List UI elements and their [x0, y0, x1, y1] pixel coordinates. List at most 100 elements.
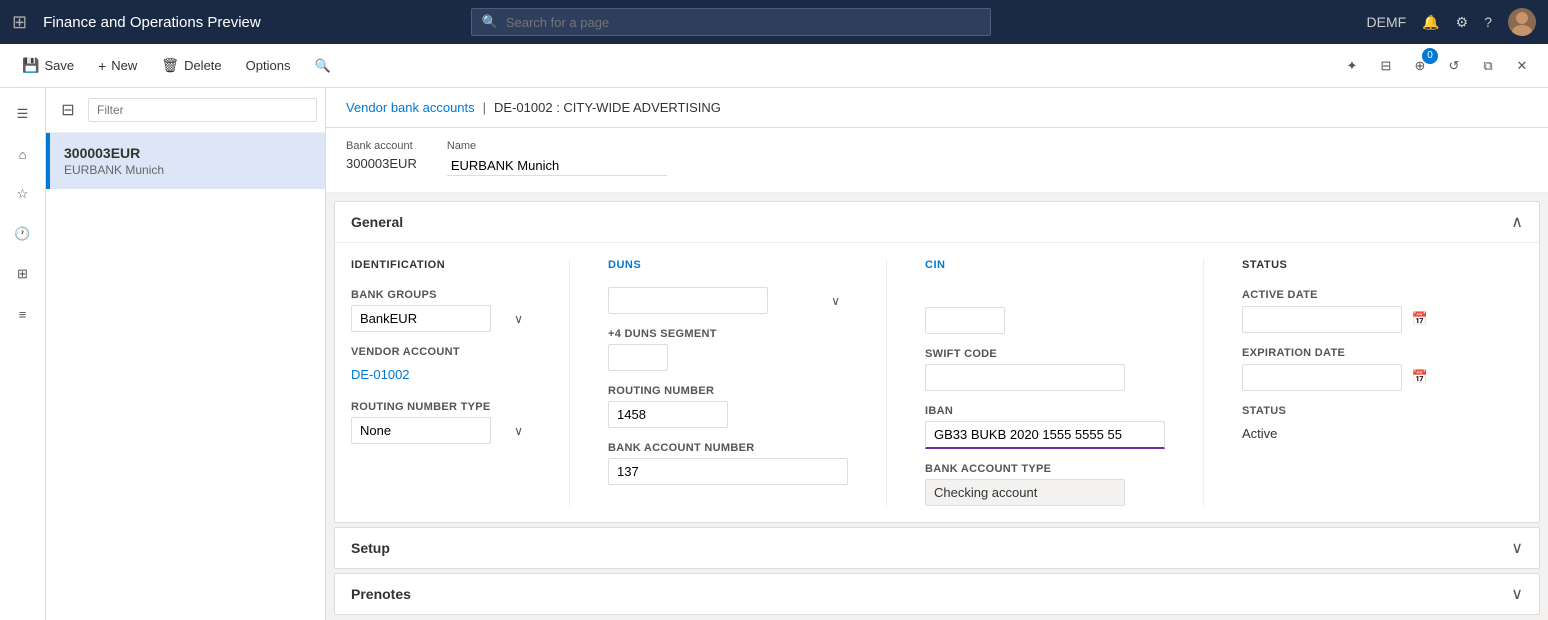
- help-icon[interactable]: ?: [1484, 14, 1492, 30]
- bank-account-number-field: Bank account number: [608, 442, 848, 485]
- settings-icon[interactable]: ⚙: [1456, 14, 1469, 31]
- filter-button[interactable]: ⊟: [54, 96, 82, 124]
- breadcrumb-separator: |: [483, 100, 486, 115]
- bank-groups-select[interactable]: BankEUR: [351, 305, 491, 332]
- notification-bell[interactable]: 🔔: [1422, 14, 1439, 31]
- general-form-columns: IDENTIFICATION Bank groups BankEUR ∨: [351, 259, 1523, 506]
- search-toolbar-button[interactable]: 🔍: [304, 54, 340, 78]
- cin-input[interactable]: [925, 307, 1005, 334]
- breadcrumb-parent-link[interactable]: Vendor bank accounts: [346, 100, 475, 115]
- duns-field: ∨: [608, 289, 848, 314]
- star-icon: ☆: [17, 186, 29, 202]
- routing-number-type-select[interactable]: None ABA SWIFT IBAN: [351, 417, 491, 444]
- general-chevron-icon: ∧: [1511, 212, 1523, 232]
- duns-label-header: DUNS: [608, 259, 848, 271]
- plus-duns-input[interactable]: [608, 344, 668, 371]
- delete-button[interactable]: 🗑 Delete: [151, 53, 231, 78]
- general-section-header[interactable]: General ∧: [335, 202, 1539, 243]
- sidebar-favorites-button[interactable]: ☆: [5, 176, 41, 212]
- list-item-sub: EURBANK Munich: [64, 163, 311, 177]
- expiration-date-calendar-icon: 📅: [1412, 369, 1428, 385]
- sidebar-home-button[interactable]: ⌂: [5, 136, 41, 172]
- expiration-date-field: Expiration date 📅: [1242, 347, 1442, 391]
- expiration-date-input[interactable]: [1242, 364, 1402, 391]
- expiration-date-calendar-button[interactable]: 📅: [1406, 363, 1434, 391]
- demf-label: DEMF: [1367, 14, 1407, 30]
- app-grid-icon[interactable]: ⊞: [12, 12, 27, 33]
- cin-field: [925, 289, 1165, 334]
- split-view-icon: ⊟: [1381, 58, 1392, 74]
- swift-label: SWIFT code: [925, 348, 1165, 360]
- clock-icon: 🕐: [14, 226, 30, 242]
- new-label: New: [111, 58, 137, 73]
- routing-number-type-label: Routing number type: [351, 401, 531, 413]
- filter-input[interactable]: [88, 98, 317, 122]
- prenotes-section: Prenotes ∨: [334, 573, 1540, 615]
- expiration-date-wrapper: 📅: [1242, 363, 1442, 391]
- setup-section-title: Setup: [351, 540, 390, 556]
- delete-label: Delete: [184, 58, 222, 73]
- bank-account-type-label: Bank account type: [925, 463, 1165, 475]
- save-label: Save: [44, 58, 74, 73]
- active-date-input[interactable]: [1242, 306, 1402, 333]
- routing-number-input[interactable]: [608, 401, 728, 428]
- save-icon: 💾: [22, 57, 39, 74]
- status-value: Active: [1242, 421, 1442, 446]
- identification-title: IDENTIFICATION: [351, 259, 531, 271]
- bank-groups-label: Bank groups: [351, 289, 531, 301]
- setup-chevron-icon: ∨: [1511, 538, 1523, 558]
- vendor-account-field: Vendor account DE-01002: [351, 346, 531, 387]
- sidebar-workspaces-button[interactable]: ⊞: [5, 256, 41, 292]
- general-section: General ∧ IDENTIFICATION Bank groups Ban…: [334, 201, 1540, 523]
- setup-section-header[interactable]: Setup ∨: [335, 528, 1539, 568]
- search-input[interactable]: [506, 15, 980, 30]
- new-button[interactable]: + New: [88, 54, 147, 78]
- iban-input[interactable]: [925, 421, 1165, 449]
- toolbar: 💾 Save + New 🗑 Delete Options 🔍 ✦ ⊟ ⊕ 0 …: [0, 44, 1548, 88]
- popout-button[interactable]: ⧉: [1474, 52, 1502, 80]
- bank-groups-select-wrapper: BankEUR ∨: [351, 305, 531, 332]
- bank-account-field-group: Bank account 300003EUR: [346, 140, 417, 171]
- popout-icon: ⧉: [1483, 58, 1492, 74]
- general-section-body: IDENTIFICATION Bank groups BankEUR ∨: [335, 243, 1539, 522]
- sidebar-recent-button[interactable]: 🕐: [5, 216, 41, 252]
- expiration-date-label: Expiration date: [1242, 347, 1442, 359]
- bank-account-number-input[interactable]: [608, 458, 848, 485]
- active-date-label: Active date: [1242, 289, 1442, 301]
- duns-select[interactable]: [608, 287, 768, 314]
- vendor-account-link[interactable]: DE-01002: [351, 362, 531, 387]
- user-avatar[interactable]: [1508, 8, 1536, 36]
- split-view-button[interactable]: ⊟: [1372, 52, 1400, 80]
- list-filter-row: ⊟: [46, 88, 325, 133]
- col-divider-1: [569, 259, 570, 506]
- active-date-calendar-button[interactable]: 📅: [1406, 305, 1434, 333]
- plus-duns-field: +4 DUNS segment: [608, 328, 848, 371]
- bank-account-number-label: Bank account number: [608, 442, 848, 454]
- routing-number-label: Routing number: [608, 385, 848, 397]
- account-header-fields: Bank account 300003EUR Name: [326, 128, 1548, 193]
- sidebar-modules-button[interactable]: ≡: [5, 296, 41, 332]
- bank-groups-field: Bank groups BankEUR ∨: [351, 289, 531, 332]
- refresh-button[interactable]: ↺: [1440, 52, 1468, 80]
- personalize-button[interactable]: ✦: [1338, 52, 1366, 80]
- name-input[interactable]: [447, 156, 667, 176]
- sidebar-hamburger-button[interactable]: ☰: [5, 96, 41, 132]
- close-button[interactable]: ✕: [1508, 52, 1536, 80]
- prenotes-section-header[interactable]: Prenotes ∨: [335, 574, 1539, 614]
- save-button[interactable]: 💾 Save: [12, 53, 84, 78]
- home-icon: ⌂: [19, 147, 27, 162]
- message-center-wrapper: ⊕ 0: [1406, 52, 1434, 80]
- swift-input[interactable]: [925, 364, 1125, 391]
- routing-type-chevron-icon: ∨: [514, 424, 523, 438]
- content-area: Vendor bank accounts | DE-01002 : CITY-W…: [326, 88, 1548, 620]
- toolbar-right-icons: ✦ ⊟ ⊕ 0 ↺ ⧉ ✕: [1338, 52, 1536, 80]
- close-icon: ✕: [1517, 58, 1528, 74]
- main-layout: ☰ ⌂ ☆ 🕐 ⊞ ≡ ⊟ 300003EUR EURBANK Munich: [0, 88, 1548, 620]
- notification-badge: 0: [1422, 48, 1438, 64]
- avatar-image: [1508, 8, 1536, 36]
- list-item[interactable]: 300003EUR EURBANK Munich: [46, 133, 325, 189]
- bank-groups-chevron-icon: ∨: [514, 312, 523, 326]
- refresh-icon: ↺: [1449, 58, 1460, 74]
- workspace-icon: ⊞: [17, 266, 28, 282]
- options-button[interactable]: Options: [236, 54, 301, 77]
